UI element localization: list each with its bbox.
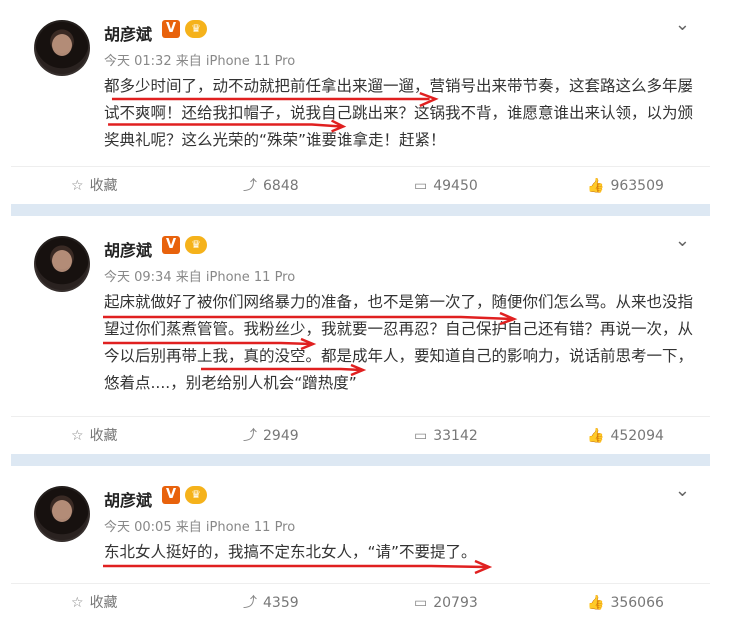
post-separator (11, 204, 710, 216)
post-source: 来自 iPhone 11 Pro (175, 54, 296, 69)
crown-badge: ♛ (185, 236, 207, 254)
vip-badge: V (162, 20, 180, 38)
star-icon: ☆ (71, 428, 84, 444)
post-source: 来自 iPhone 11 Pro (175, 270, 296, 285)
thumb-up-icon: 👍 (587, 428, 605, 444)
favorite-button[interactable]: ☆ 收藏 (71, 167, 118, 205)
user-name[interactable]: 胡彦斌 (104, 237, 152, 261)
vip-badge: V (162, 486, 180, 504)
like-button[interactable]: 👍 963509 (587, 167, 664, 205)
chevron-down-icon[interactable]: ⌄ (675, 230, 690, 251)
comment-icon: ▭ (414, 178, 428, 194)
avatar[interactable] (34, 20, 90, 76)
weibo-post: 胡彦斌 V ♛ 今天 01:32 来自 iPhone 11 Pro ⌄ 都多少时… (11, 0, 710, 204)
post-time[interactable]: 今天 00:05 (104, 520, 172, 535)
post-text: 都多少时间了，动不动就把前任拿出来遛一遛，营销号出来带节奏，这套路这么多年屡试不… (104, 77, 694, 149)
crown-badge: ♛ (185, 20, 207, 38)
chevron-down-icon[interactable]: ⌄ (675, 480, 690, 501)
post-meta: 今天 00:05 来自 iPhone 11 Pro (104, 516, 295, 535)
underline-mark (103, 564, 487, 569)
post-time[interactable]: 今天 01:32 (104, 54, 172, 69)
repost-button[interactable]: ⤴ 2949 (243, 417, 299, 455)
post-separator (11, 454, 710, 466)
star-icon: ☆ (71, 595, 84, 611)
action-bar: ☆ 收藏 ⤴ 2949 ▭ 33142 👍 452094 (11, 416, 710, 455)
repost-icon: ⤴ (243, 428, 257, 444)
thumb-up-icon: 👍 (587, 595, 605, 611)
avatar[interactable] (34, 236, 90, 292)
like-button[interactable]: 👍 452094 (587, 417, 664, 455)
comment-icon: ▭ (414, 428, 428, 444)
user-name[interactable]: 胡彦斌 (104, 21, 152, 45)
comment-button[interactable]: ▭ 20793 (414, 584, 478, 622)
comment-button[interactable]: ▭ 49450 (414, 167, 478, 205)
repost-icon: ⤴ (243, 178, 257, 194)
favorite-button[interactable]: ☆ 收藏 (71, 584, 118, 622)
user-name[interactable]: 胡彦斌 (104, 487, 152, 511)
thumb-up-icon: 👍 (587, 178, 605, 194)
crown-badge: ♛ (185, 486, 207, 504)
repost-button[interactable]: ⤴ 4359 (243, 584, 299, 622)
weibo-feed: 胡彦斌 V ♛ 今天 01:32 来自 iPhone 11 Pro ⌄ 都多少时… (11, 0, 710, 627)
weibo-post: 胡彦斌 V ♛ 今天 09:34 来自 iPhone 11 Pro ⌄ 起床就做… (11, 216, 710, 454)
comment-button[interactable]: ▭ 33142 (414, 417, 478, 455)
like-button[interactable]: 👍 356066 (587, 584, 664, 622)
weibo-post: 胡彦斌 V ♛ 今天 00:05 来自 iPhone 11 Pro ⌄ 东北女人… (11, 466, 710, 627)
repost-icon: ⤴ (243, 595, 257, 611)
repost-button[interactable]: ⤴ 6848 (243, 167, 299, 205)
post-text: 东北女人挺好的，我搞不定东北女人，“请”不要提了。 (104, 543, 477, 561)
post-meta: 今天 09:34 来自 iPhone 11 Pro (104, 266, 295, 285)
post-time[interactable]: 今天 09:34 (104, 270, 172, 285)
post-meta: 今天 01:32 来自 iPhone 11 Pro (104, 50, 295, 69)
action-bar: ☆ 收藏 ⤴ 6848 ▭ 49450 👍 963509 (11, 166, 710, 205)
post-source: 来自 iPhone 11 Pro (175, 520, 296, 535)
action-bar: ☆ 收藏 ⤴ 4359 ▭ 20793 👍 356066 (11, 583, 710, 622)
star-icon: ☆ (71, 178, 84, 194)
vip-badge: V (162, 236, 180, 254)
chevron-down-icon[interactable]: ⌄ (675, 14, 690, 35)
avatar[interactable] (34, 486, 90, 542)
favorite-button[interactable]: ☆ 收藏 (71, 417, 118, 455)
comment-icon: ▭ (414, 595, 428, 611)
post-text: 起床就做好了被你们网络暴力的准备，也不是第一次了，随便你们怎么骂。从来也没指望过… (104, 293, 694, 392)
